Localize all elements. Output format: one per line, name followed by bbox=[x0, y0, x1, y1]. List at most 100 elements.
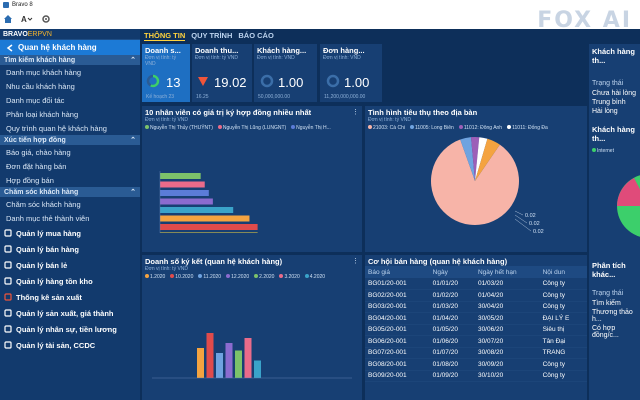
legend-item: Nguyễn Thị Lũng (LUNGNT) bbox=[217, 125, 286, 131]
table-row[interactable]: BG02/20-001 01/02/20 01/04/20 Công ty bbox=[365, 289, 587, 302]
sidebar-module[interactable]: Quản lý mua hàng bbox=[0, 225, 140, 241]
legend-item: 2.2020 bbox=[254, 274, 274, 280]
sidebar-module[interactable]: Quản lý nhân sự, tiền lương bbox=[0, 321, 140, 337]
logo-accent: ERPVN bbox=[27, 30, 52, 38]
legend-item: 10.2020 bbox=[170, 274, 193, 280]
bar bbox=[160, 173, 201, 179]
more-menu-icon[interactable]: ⋮ bbox=[352, 257, 359, 265]
kpi-unit: Đơn vị tính: VND bbox=[257, 55, 295, 61]
sidebar-module[interactable]: Quản lý tài sản, CCDC bbox=[0, 337, 140, 353]
sidebar-module[interactable]: Quản lý hàng tồn kho bbox=[0, 273, 140, 289]
kpi-card-revenue[interactable]: Doanh thu... Đơn vị tính: tỷ VND 19.02 1… bbox=[192, 44, 252, 102]
opportunities-table: Báo giá Ngày Ngày hết hạn Nội dun BG01/20-0… bbox=[365, 266, 587, 382]
bar bbox=[160, 224, 258, 230]
legend-item: Nguyễn Thị H... bbox=[291, 125, 331, 131]
status-option[interactable]: Chưa hài lòng bbox=[589, 89, 640, 98]
group-title: Tìm kiếm khách hàng bbox=[4, 56, 76, 64]
panel-title: Cơ hội bán hàng (quan hệ khách hàng) bbox=[368, 257, 508, 266]
settings-icon[interactable] bbox=[41, 14, 51, 24]
table-cell: BG05/20-001 bbox=[365, 324, 430, 336]
sidebar-item[interactable]: Báo giá, chào hàng bbox=[0, 145, 140, 159]
kpi-card-orders[interactable]: Đơn hàng... Đơn vị tính: VND 1.00 11,200… bbox=[320, 44, 382, 102]
kpi-value: 1.00 bbox=[344, 75, 370, 90]
tab-process[interactable]: QUY TRÌNH bbox=[191, 31, 232, 40]
main-tabs: THÔNG TIN QUY TRÌNH BÁO CÁO bbox=[140, 29, 640, 42]
chart-legend: 1.2020 10.2020 11.2020 12.2020 2.2020 3.2020 4… bbox=[142, 272, 362, 282]
sidebar-item[interactable]: Chăm sóc khách hàng bbox=[0, 197, 140, 211]
module-label: Quản lý mua hàng bbox=[16, 228, 82, 238]
panel-title: Doanh số ký kết (quan hệ khách hàng) bbox=[145, 257, 283, 266]
column-header[interactable]: Báo giá bbox=[365, 266, 430, 278]
module-label: Quản lý tài sản, CCDC bbox=[16, 340, 96, 350]
column-header[interactable]: Nội dun bbox=[539, 266, 587, 278]
panel-title: 10 nhân viên có giá trị ký hợp đồng nhiề… bbox=[145, 108, 312, 117]
status-option[interactable]: Thương thảo h... bbox=[589, 308, 640, 324]
home-icon[interactable] bbox=[3, 14, 13, 24]
sidebar-item[interactable]: Đơn đặt hàng bán bbox=[0, 159, 140, 173]
column-header[interactable]: Ngày hết hạn bbox=[474, 266, 540, 278]
sidebar-item[interactable]: Phân loại khách hàng bbox=[0, 107, 140, 121]
sidebar-group-header[interactable]: Xúc tiến hợp đồng ⌃ bbox=[0, 135, 140, 145]
tab-info[interactable]: THÔNG TIN bbox=[144, 31, 186, 41]
kpi-unit: Đơn vị tính: tỷ VND bbox=[195, 55, 239, 61]
column-bar bbox=[225, 343, 233, 378]
table-cell: Công ty bbox=[539, 278, 587, 290]
sidebar-group-header[interactable]: Chăm sóc khách hàng ⌃ bbox=[0, 187, 140, 197]
sidebar-module[interactable]: Quản lý bán lẻ bbox=[0, 257, 140, 273]
slice-label: 0.02 bbox=[525, 213, 536, 219]
table-cell: 01/03/20 bbox=[429, 301, 475, 313]
collapse-icon[interactable]: ⌃ bbox=[130, 136, 136, 144]
legend-item: 11.2020 bbox=[198, 274, 221, 280]
collapse-icon[interactable]: ⌃ bbox=[130, 188, 136, 196]
table-row[interactable]: BG05/20-001 01/05/20 30/06/20 Siêu thị bbox=[365, 324, 587, 336]
column-header[interactable]: Ngày bbox=[429, 266, 475, 278]
module-icon bbox=[4, 341, 12, 349]
sidebar-item[interactable]: Quy trình quan hệ khách hàng bbox=[0, 121, 140, 135]
bar bbox=[160, 181, 205, 188]
module-label: Thống kê sản xuất bbox=[16, 292, 82, 302]
tab-report[interactable]: BÁO CÁO bbox=[238, 31, 273, 40]
sidebar-item[interactable]: Hợp đồng bán bbox=[0, 173, 140, 187]
sidebar-item[interactable]: Danh mục đối tác bbox=[0, 93, 140, 107]
table-row[interactable]: BG04/20-001 01/04/20 30/05/20 ĐẠI LÝ E bbox=[365, 312, 587, 325]
ring-icon bbox=[326, 74, 340, 88]
kpi-sub: 11,200,000,000.00 bbox=[324, 94, 366, 100]
sidebar-item[interactable]: Danh mục thẻ thành viên bbox=[0, 211, 140, 225]
sidebar-groups: Tìm kiếm khách hàng ⌃ Danh mục khách hàng N… bbox=[0, 55, 140, 225]
kpi-card-sales[interactable]: Doanh s... Đơn vị tính: tỷ VND 13 Kế hoạ… bbox=[142, 44, 190, 102]
more-menu-icon[interactable]: ⋮ bbox=[352, 108, 359, 116]
sidebar-group-header[interactable]: Tìm kiếm khách hàng ⌃ bbox=[0, 55, 140, 65]
table-row[interactable]: BG03/20-001 01/03/20 30/04/20 Công ty bbox=[365, 301, 587, 313]
status-option[interactable]: Tìm kiếm bbox=[589, 299, 640, 308]
kpi-card-customers[interactable]: Khách hàng... Đơn vị tính: VND 1.00 50,0… bbox=[254, 44, 317, 102]
chart-legend: Internet bbox=[589, 146, 640, 156]
module-label: Quản lý bán lẻ bbox=[16, 260, 68, 270]
table-row[interactable]: BG01/20-001 01/01/20 01/03/20 Công ty bbox=[365, 278, 587, 290]
back-arrow-icon bbox=[6, 43, 13, 52]
bar bbox=[160, 232, 258, 239]
table-row[interactable]: BG09/20-001 01/09/20 30/10/20 Công ty bbox=[365, 370, 587, 382]
status-option[interactable]: Hài lòng bbox=[589, 107, 640, 116]
sidebar-item[interactable]: Danh mục khách hàng bbox=[0, 65, 140, 79]
sidebar-module[interactable]: Thống kê sản xuất bbox=[0, 289, 140, 305]
status-option[interactable]: Trung bình bbox=[589, 98, 640, 107]
sidebar-item[interactable]: Nhu cầu khách hàng bbox=[0, 79, 140, 93]
legend-item: 11012: Đông Anh bbox=[458, 125, 502, 131]
table-row[interactable]: BG07/20-001 01/07/20 30/08/20 TRANG bbox=[365, 347, 587, 359]
status-option[interactable]: Có hợp đồng/c... bbox=[589, 324, 640, 340]
status-label: Trạng thái bbox=[592, 80, 624, 87]
table-cell: Tân Đại bbox=[539, 335, 587, 348]
legend-item: 4.2020 bbox=[304, 274, 325, 280]
sidebar-module[interactable]: Quản lý sản xuất, giá thành bbox=[0, 305, 140, 321]
kpi-title: Đơn hàng... bbox=[323, 46, 365, 55]
module-label: Quản lý hàng tồn kho bbox=[16, 276, 93, 286]
table-cell: 30/10/20 bbox=[474, 370, 540, 382]
table-cell: Công ty bbox=[539, 358, 587, 371]
column-bar bbox=[197, 348, 204, 378]
sidebar-item-crm[interactable]: Quan hệ khách hàng bbox=[0, 40, 140, 55]
table-row[interactable]: BG06/20-001 01/06/20 30/07/20 Tân Đại bbox=[365, 335, 587, 348]
sidebar-module[interactable]: Quản lý bán hàng bbox=[0, 241, 140, 257]
collapse-icon[interactable]: ⌃ bbox=[130, 56, 136, 64]
table-row[interactable]: BG08/20-001 01/08/20 30/09/20 Công ty bbox=[365, 358, 587, 371]
font-size-button[interactable]: A bbox=[21, 15, 33, 24]
